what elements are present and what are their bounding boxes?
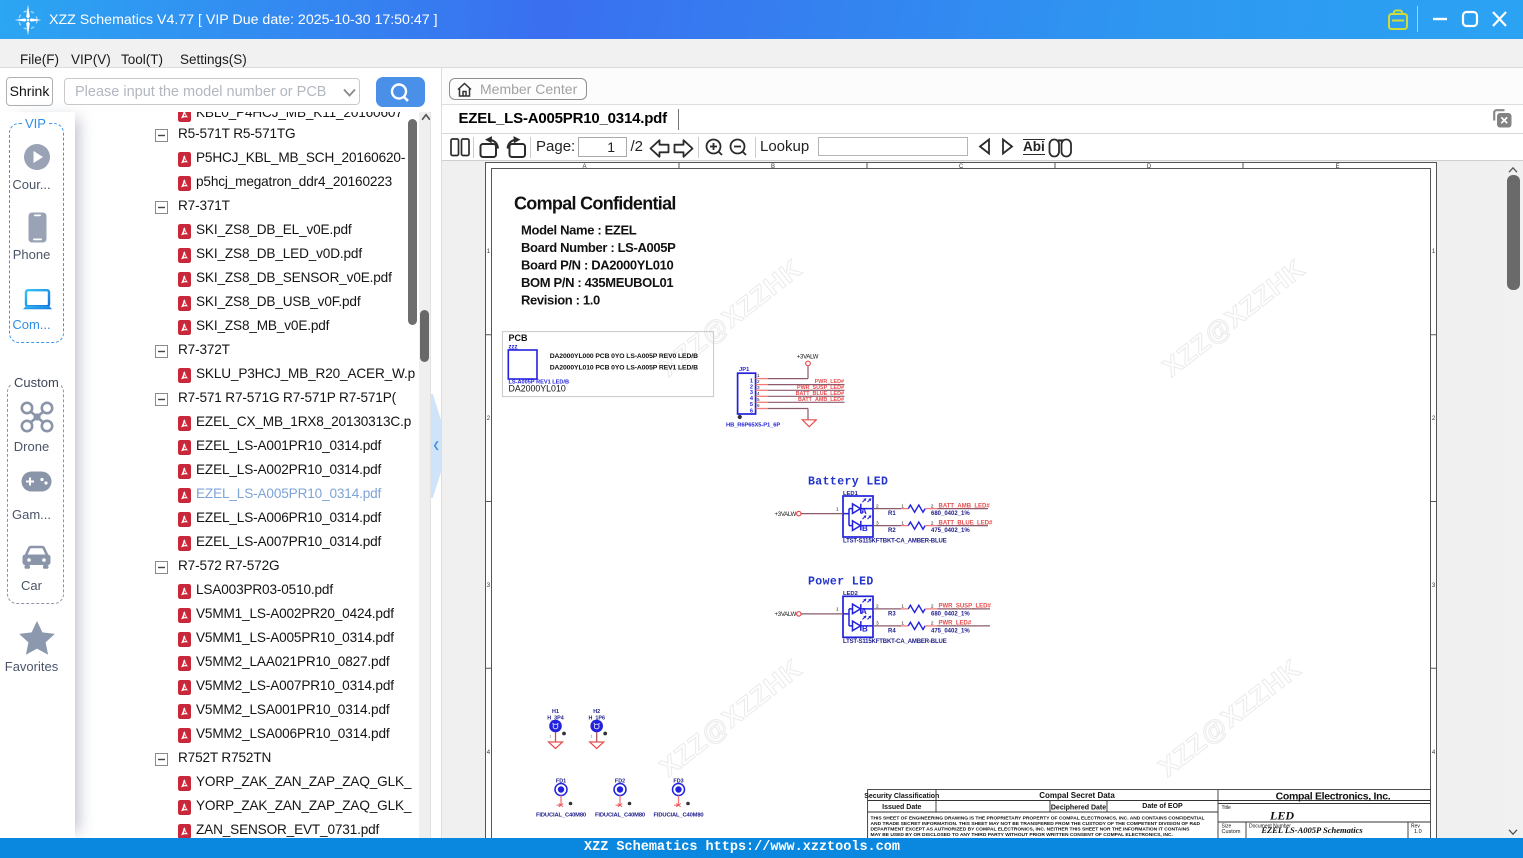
svg-text:E: E [1335, 164, 1339, 170]
svg-text:Board Number : LS-A005P: Board Number : LS-A005P [521, 240, 676, 255]
svg-text:4: 4 [487, 750, 491, 756]
svg-text:Deciphered Date: Deciphered Date [1051, 804, 1106, 811]
svg-text:2: 2 [487, 416, 491, 422]
svg-text:PWR_SUSP_LED#: PWR_SUSP_LED# [939, 604, 992, 610]
svg-text:B: B [771, 164, 775, 170]
svg-text:Compal Electronics, Inc.: Compal Electronics, Inc. [1276, 790, 1391, 802]
svg-text:FIDUCIAL_C40M80: FIDUCIAL_C40M80 [654, 813, 704, 819]
svg-text:LTST-S115KFTBKT-CA_AMBER-BLUE: LTST-S115KFTBKT-CA_AMBER-BLUE [843, 639, 947, 645]
svg-text:6: 6 [750, 408, 753, 414]
svg-text:475_0402_1%: 475_0402_1% [931, 528, 970, 534]
svg-text:Date of EOP: Date of EOP [1142, 803, 1183, 810]
svg-text:5: 5 [757, 397, 760, 402]
svg-text:+3VALW: +3VALW [775, 512, 797, 518]
svg-text:3: 3 [1432, 583, 1436, 589]
svg-text:2: 2 [931, 503, 934, 509]
svg-text:D: D [1147, 164, 1152, 170]
svg-text:1: 1 [836, 506, 839, 512]
svg-text:1: 1 [549, 734, 552, 739]
svg-text:H1: H1 [552, 709, 559, 715]
svg-text:2: 2 [757, 379, 760, 384]
svg-text:6: 6 [757, 403, 760, 408]
svg-text:PWR_LED#: PWR_LED# [939, 621, 972, 627]
svg-text:BATT_BLUE_LED#: BATT_BLUE_LED# [939, 520, 994, 526]
svg-text:Compal Confidential: Compal Confidential [514, 194, 676, 214]
svg-text:Board P/N : DA2000YL010: Board P/N : DA2000YL010 [521, 258, 673, 273]
svg-text:PCB: PCB [509, 333, 529, 343]
svg-text:1: 1 [836, 607, 839, 613]
svg-text:A: A [861, 607, 867, 616]
svg-text:R4: R4 [888, 628, 896, 634]
svg-text:Title: Title [1222, 805, 1231, 811]
svg-text:BATT_AMB_LED#: BATT_AMB_LED# [939, 503, 991, 509]
svg-text:4: 4 [757, 391, 760, 396]
svg-text:475_0402_1%: 475_0402_1% [931, 629, 970, 635]
svg-text:C: C [959, 164, 964, 170]
svg-text:Revision : 1.0: Revision : 1.0 [521, 293, 600, 308]
svg-text:680_0402_1%: 680_0402_1% [931, 511, 970, 517]
svg-text:R3: R3 [888, 611, 896, 617]
svg-text:1: 1 [590, 734, 593, 739]
svg-text:4: 4 [1432, 750, 1436, 756]
svg-text:LED: LED [1269, 809, 1294, 823]
svg-text:Security Classification: Security Classification [864, 793, 939, 800]
svg-text:R1: R1 [888, 511, 896, 517]
svg-text:R2: R2 [888, 528, 896, 534]
svg-text:DA2000YL010 PCB 0YO LS-A005P R: DA2000YL010 PCB 0YO LS-A005P REV1 LED/B [550, 364, 698, 371]
svg-text:LTST-S115KFTBKT-CA_AMBER-BLUE: LTST-S115KFTBKT-CA_AMBER-BLUE [843, 539, 947, 545]
svg-text:AND TRADE SECRET INFORMATION.: AND TRADE SECRET INFORMATION. THIS SHEET… [871, 821, 1201, 827]
svg-text:HB_R6P65X5-P1_6P: HB_R6P65X5-P1_6P [726, 423, 780, 429]
svg-text:1: 1 [487, 249, 491, 255]
svg-text:A: A [861, 507, 867, 516]
svg-text:DEPARTMENT EXCEPT AS AUTHORIZE: DEPARTMENT EXCEPT AS AUTHORIZED BY COMPA… [871, 827, 1191, 833]
svg-text:2: 2 [931, 520, 934, 526]
svg-text:1.0: 1.0 [1414, 829, 1422, 835]
svg-text:+3VALW: +3VALW [797, 355, 819, 361]
svg-text:Battery LED: Battery LED [808, 475, 888, 488]
svg-text:DA2000YL010: DA2000YL010 [509, 384, 566, 394]
svg-text:FIDUCIAL_C40M80: FIDUCIAL_C40M80 [595, 813, 645, 819]
svg-text:Custom: Custom [1222, 829, 1241, 835]
svg-text:Issued Date: Issued Date [882, 804, 921, 811]
svg-text:1: 1 [1432, 249, 1436, 255]
svg-text:2: 2 [1432, 416, 1436, 422]
svg-text:H2: H2 [593, 709, 600, 715]
svg-text:2: 2 [931, 604, 934, 610]
svg-text:Compal Secret Data: Compal Secret Data [1039, 791, 1115, 800]
svg-text:EZEL LS-A005P Schematics: EZEL LS-A005P Schematics [1260, 825, 1363, 835]
svg-text:Power LED: Power LED [808, 576, 874, 589]
svg-text:B: B [862, 524, 868, 533]
svg-text:DA2000YL000 PCB 0YO LS-A005P R: DA2000YL000 PCB 0YO LS-A005P REV0 LED/B [550, 353, 698, 360]
svg-text:THIS SHEET OF ENGINEERING DRAW: THIS SHEET OF ENGINEERING DRAWING IS THE… [871, 816, 1205, 822]
svg-text:+3VALW: +3VALW [775, 612, 797, 618]
svg-text:B: B [862, 625, 868, 634]
svg-text:Model Name : EZEL: Model Name : EZEL [521, 223, 637, 238]
svg-text:A: A [582, 164, 586, 170]
svg-text:JP1: JP1 [739, 367, 750, 373]
svg-text:2: 2 [931, 621, 934, 627]
svg-text:BOM P/N : 435MEUBOL01: BOM P/N : 435MEUBOL01 [521, 275, 673, 290]
svg-text:3: 3 [487, 583, 491, 589]
svg-text:3: 3 [757, 385, 760, 390]
svg-text:1: 1 [757, 373, 760, 378]
svg-text:BATT_AMB_LED#: BATT_AMB_LED# [798, 397, 844, 403]
svg-text:FIDUCIAL_C40M80: FIDUCIAL_C40M80 [536, 813, 586, 819]
svg-text:5: 5 [750, 402, 753, 408]
svg-text:680_0402_1%: 680_0402_1% [931, 612, 970, 618]
